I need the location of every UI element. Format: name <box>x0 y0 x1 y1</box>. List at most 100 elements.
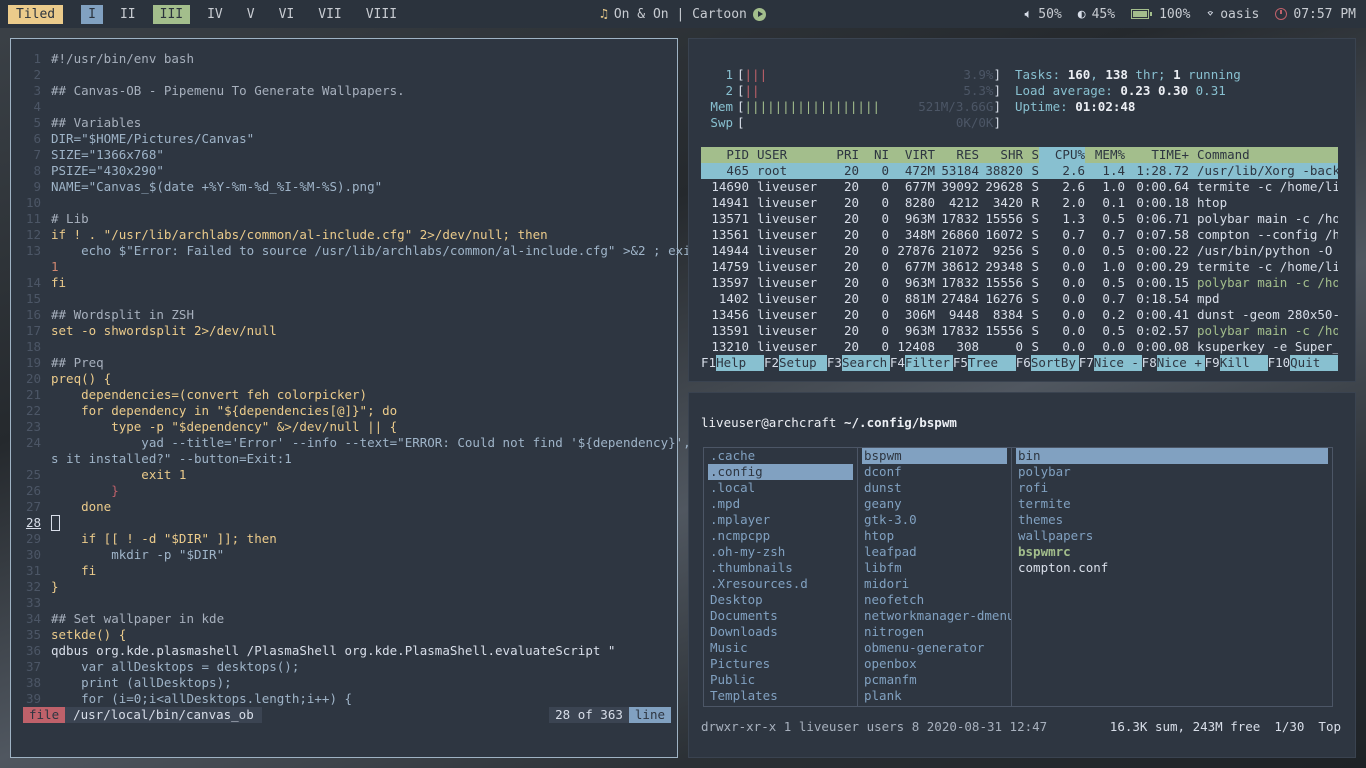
column-header-s[interactable]: S <box>1023 147 1039 163</box>
column-header-user[interactable]: USER <box>749 147 819 163</box>
process-row[interactable]: 13561 liveuser 20 0 348M 26860 16072 S 0.7 0.7 0:0… <box>701 227 1338 243</box>
directory-item[interactable]: bspwm <box>862 448 1007 464</box>
directory-item[interactable]: obmenu-generator <box>862 640 1007 656</box>
directory-item[interactable]: .thumbnails <box>708 560 853 576</box>
workspace-7[interactable]: VII <box>311 5 348 24</box>
process-row[interactable]: 465 root 20 0 472M 53184 38820 S 2.6 1.4 1:28.72/u… <box>701 163 1338 179</box>
process-table[interactable]: PID USER PRI NI VIRT RES SHR S CPU% MEM% TIME+ Comm… <box>701 147 1338 355</box>
code-view[interactable]: 1 #!/usr/bin/env bash 2 3 ## Canvas-OB - Pip… <box>21 51 706 707</box>
directory-item[interactable]: termite <box>1016 496 1328 512</box>
process-row[interactable]: 13571 liveuser 20 0 963M 17832 15556 S 1.3 0.5 0:0… <box>701 211 1338 227</box>
directory-item[interactable]: .local <box>708 480 853 496</box>
process-row[interactable]: 14941 liveuser 20 0 8280 4212 3420 R 2.0 0.1 0:00.… <box>701 195 1338 211</box>
directory-item[interactable]: Public <box>708 672 853 688</box>
workspace-4[interactable]: IV <box>200 5 230 24</box>
directory-item[interactable]: openbox <box>862 656 1007 672</box>
process-row[interactable]: 14759 liveuser 20 0 677M 38612 29348 S 0.0 1.0 0:0… <box>701 259 1338 275</box>
directory-item[interactable]: .mpd <box>708 496 853 512</box>
workspace-2[interactable]: II <box>113 5 143 24</box>
ranger-window[interactable]: liveuser@archcraft ~/.config/bspwm .cach… <box>688 392 1356 758</box>
process-row[interactable]: 14944 liveuser 20 0 27876 21072 9256 S 0.0 0.5 0:0… <box>701 243 1338 259</box>
preview-column[interactable]: bin polybar rofi termite themes wallpapers bsp… <box>1011 447 1333 707</box>
process-row[interactable]: 13591 liveuser 20 0 963M 17832 15556 S 0.0 0.5 0:0… <box>701 323 1338 339</box>
htop-window[interactable]: 1[||| 3.9%] 2[|| 5.3%] Mem[|||||||||||||||||… <box>688 38 1356 382</box>
column-header-shr[interactable]: SHR <box>979 147 1023 163</box>
column-header-ni[interactable]: NI <box>859 147 889 163</box>
column-header-time[interactable]: TIME+ <box>1125 147 1189 163</box>
column-header-res[interactable]: RES <box>935 147 979 163</box>
directory-item[interactable]: .mplayer <box>708 512 853 528</box>
directory-item[interactable]: libfm <box>862 560 1007 576</box>
directory-item[interactable]: dunst <box>862 480 1007 496</box>
process-row[interactable]: 14690 liveuser 20 0 677M 39092 29628 S 2.6 1.0 0:0… <box>701 179 1338 195</box>
directory-item[interactable]: .cache <box>708 448 853 464</box>
fkey-label-filter[interactable]: Filter <box>904 355 953 371</box>
directory-item[interactable]: nitrogen <box>862 624 1007 640</box>
workspace-1[interactable]: I <box>81 4 103 24</box>
directory-item[interactable]: Desktop <box>708 592 853 608</box>
directory-item[interactable]: Documents <box>708 608 853 624</box>
directory-item[interactable]: htop <box>862 528 1007 544</box>
directory-item[interactable]: Downloads <box>708 624 853 640</box>
play-icon[interactable] <box>752 7 766 21</box>
fkey-f2: F2 <box>763 355 780 370</box>
column-header-cpu[interactable]: CPU% <box>1039 147 1085 163</box>
process-row[interactable]: 13597 liveuser 20 0 963M 17832 15556 S 0.0 0.5 0:0… <box>701 275 1338 291</box>
directory-item[interactable]: gtk-3.0 <box>862 512 1007 528</box>
directory-item[interactable]: .Xresources.d <box>708 576 853 592</box>
column-header-virt[interactable]: VIRT <box>889 147 935 163</box>
fkey-label-setup[interactable]: Setup <box>779 355 827 371</box>
directory-item[interactable]: Templates <box>708 688 853 704</box>
process-shr: 16276 <box>985 291 1023 306</box>
brightness-module[interactable]: ◐ 45% <box>1078 7 1115 22</box>
workspace-6[interactable]: VI <box>272 5 302 24</box>
directory-item[interactable]: themes <box>1016 512 1328 528</box>
directory-item[interactable]: midori <box>862 576 1007 592</box>
media-module[interactable]: ♫ On & On | Cartoon <box>600 0 766 28</box>
directory-item[interactable]: polybar <box>1016 464 1328 480</box>
fkey-label-sortby[interactable]: SortBy <box>1030 355 1079 371</box>
directory-item[interactable]: bin <box>1016 448 1328 464</box>
layout-indicator[interactable]: Tiled <box>8 4 64 24</box>
file-item[interactable]: compton.conf <box>1016 560 1328 576</box>
directory-item[interactable]: .config <box>708 464 853 480</box>
fkey-label-nice[interactable]: Nice - <box>1093 355 1142 371</box>
directory-item[interactable]: pcmanfm <box>862 672 1007 688</box>
code-line: 26 } <box>21 483 671 499</box>
parent-column[interactable]: .cache .config .local .mpd .mplayer .ncmpcpp.… <box>703 447 857 707</box>
directory-item[interactable]: leafpad <box>862 544 1007 560</box>
column-header-cmd[interactable]: Command <box>1189 147 1338 163</box>
directory-item[interactable]: .ncmpcpp <box>708 528 853 544</box>
workspace-8[interactable]: VIII <box>359 5 404 24</box>
directory-item[interactable]: dconf <box>862 464 1007 480</box>
fkey-label-tree[interactable]: Tree <box>967 355 1016 371</box>
process-row[interactable]: 1402 liveuser 20 0 881M 27484 16276 S 0.0 0.7 0:18… <box>701 291 1338 307</box>
fkey-label-nice[interactable]: Nice + <box>1156 355 1205 371</box>
directory-item[interactable]: networkmanager-dmenu <box>862 608 1011 624</box>
column-header-pri[interactable]: PRI <box>819 147 859 163</box>
column-header-pid[interactable]: PID <box>701 147 749 163</box>
workspace-5[interactable]: V <box>240 5 262 24</box>
fkey-label-help[interactable]: Help <box>716 355 764 371</box>
current-column[interactable]: bspwm dconf dunst geany gtk-3.0 htop leafpad li… <box>857 447 1011 707</box>
fkey-label-quit[interactable]: Quit <box>1290 355 1339 371</box>
file-item[interactable]: bspwmrc <box>1016 544 1328 560</box>
directory-item[interactable]: .oh-my-zsh <box>708 544 853 560</box>
directory-item[interactable]: Music <box>708 640 853 656</box>
process-row[interactable]: 13210 liveuser 20 0 12408 308 0 S 0.0 0.0 0:00.08 k… <box>701 339 1338 355</box>
directory-item[interactable]: neofetch <box>862 592 1007 608</box>
workspace-3[interactable]: III <box>152 4 191 24</box>
column-header-mem[interactable]: MEM% <box>1085 147 1125 163</box>
editor-window[interactable]: 1 #!/usr/bin/env bash 2 3 ## Canvas-OB - Pip… <box>10 38 706 758</box>
fkey-label-kill[interactable]: Kill <box>1219 355 1268 371</box>
directory-item[interactable]: geany <box>862 496 1007 512</box>
directory-item[interactable]: wallpapers <box>1016 528 1328 544</box>
process-row[interactable]: 13456 liveuser 20 0 306M 9448 8384 S 0.0 0.2 0:00.… <box>701 307 1338 323</box>
directory-item[interactable]: rofi <box>1016 480 1328 496</box>
network-module[interactable]: ⌔ oasis <box>1206 7 1259 22</box>
volume-module[interactable]: 🔈︎ 50% <box>1024 7 1061 22</box>
fkey-label-search[interactable]: Search <box>841 355 890 371</box>
directory-item[interactable]: Pictures <box>708 656 853 672</box>
process-shr: 15556 <box>985 323 1023 338</box>
directory-item[interactable]: plank <box>862 688 1007 704</box>
